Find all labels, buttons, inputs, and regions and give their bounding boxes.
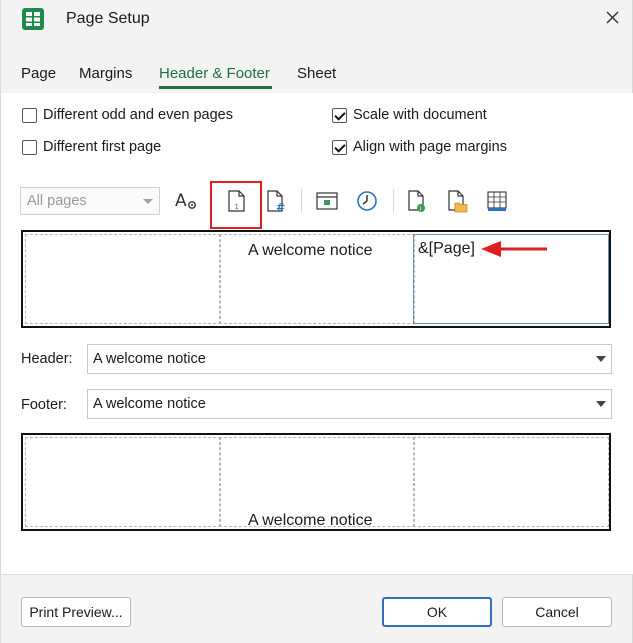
pages-select[interactable]: All pages <box>20 187 160 215</box>
tab-header-footer-label: Header & Footer <box>159 65 270 82</box>
header-select-value: A welcome notice <box>93 351 206 367</box>
option-align-with-margins[interactable]: Align with page margins <box>332 137 507 157</box>
insert-time-icon[interactable] <box>354 188 380 214</box>
align-with-margins-label: Align with page margins <box>353 139 507 155</box>
footer-select-value: A welcome notice <box>93 396 206 412</box>
different-first-page-label: Different first page <box>43 139 162 155</box>
insert-file-name-icon[interactable] <box>444 188 470 214</box>
dropdown-arrow-icon <box>596 356 606 362</box>
insert-sheet-name-icon[interactable] <box>484 188 510 214</box>
scale-with-document-label: Scale with document <box>353 107 487 123</box>
align-with-margins-checkbox[interactable] <box>332 139 347 155</box>
header-right-text: &[Page] <box>418 240 475 257</box>
highlight-box <box>210 181 262 229</box>
cancel-label: Cancel <box>535 604 579 620</box>
print-preview-button[interactable]: Print Preview... <box>21 597 131 627</box>
dialog-title: Page Setup <box>66 10 150 27</box>
tab-bar: Page Margins Header & Footer Sheet <box>1 58 633 92</box>
tab-page[interactable]: Page <box>21 65 56 82</box>
different-first-page-checkbox[interactable] <box>22 139 37 155</box>
page-setup-dialog: Page Setup Page Margins Header & Footer … <box>0 0 633 643</box>
tab-sheet-label: Sheet <box>297 65 337 82</box>
annotation-arrow-icon <box>481 241 547 257</box>
cancel-button[interactable]: Cancel <box>502 597 612 627</box>
format-text-icon[interactable]: A <box>173 188 199 214</box>
ok-button[interactable]: OK <box>382 597 492 627</box>
different-odd-even-checkbox[interactable] <box>22 107 37 123</box>
title-bar: Page Setup <box>1 0 633 38</box>
tab-page-label: Page <box>21 65 57 82</box>
insert-date-icon[interactable] <box>314 188 340 214</box>
footer-left-section[interactable] <box>25 437 221 527</box>
footer-center-text: A welcome notice <box>248 512 373 529</box>
scale-with-document-checkbox[interactable] <box>332 107 347 123</box>
toolbar-separator <box>393 189 394 213</box>
active-tab-indicator <box>159 86 272 89</box>
header-footer-panel: Different odd and even pages Different f… <box>1 93 633 575</box>
pages-select-value: All pages <box>27 193 87 209</box>
chevron-down-icon <box>143 199 153 204</box>
spreadsheet-app-icon <box>22 8 44 30</box>
footer-right-section[interactable] <box>413 437 609 527</box>
header-label: Header: <box>21 351 73 367</box>
dropdown-arrow-icon <box>596 401 606 407</box>
header-footer-toolbar: All pages A 1 # i <box>20 181 620 229</box>
svg-text:#: # <box>276 201 285 214</box>
tab-margins-label: Margins <box>79 65 133 82</box>
footer-label: Footer: <box>21 397 67 413</box>
ok-label: OK <box>426 604 448 620</box>
option-scale-with-document[interactable]: Scale with document <box>332 105 487 125</box>
header-center-section[interactable]: A welcome notice <box>219 234 415 324</box>
header-left-section[interactable] <box>25 234 221 324</box>
close-icon[interactable] <box>601 6 623 28</box>
svg-text:A: A <box>175 191 187 211</box>
insert-page-count-icon[interactable]: # <box>263 188 289 214</box>
insert-file-path-icon[interactable]: i <box>404 188 430 214</box>
header-select[interactable]: A welcome notice <box>87 344 612 374</box>
option-different-first-page[interactable]: Different first page <box>22 137 161 157</box>
tab-margins[interactable]: Margins <box>79 65 132 82</box>
tab-header-footer[interactable]: Header & Footer <box>159 65 270 82</box>
footer-preview: A welcome notice <box>21 433 611 531</box>
tab-sheet[interactable]: Sheet <box>297 65 336 82</box>
header-center-text: A welcome notice <box>248 242 373 259</box>
print-preview-label: Print Preview... <box>29 604 123 620</box>
option-different-odd-even[interactable]: Different odd and even pages <box>22 105 233 125</box>
footer-select[interactable]: A welcome notice <box>87 389 612 419</box>
footer-center-section[interactable]: A welcome notice <box>219 437 415 529</box>
toolbar-separator <box>301 189 302 213</box>
different-odd-even-label: Different odd and even pages <box>43 107 233 123</box>
